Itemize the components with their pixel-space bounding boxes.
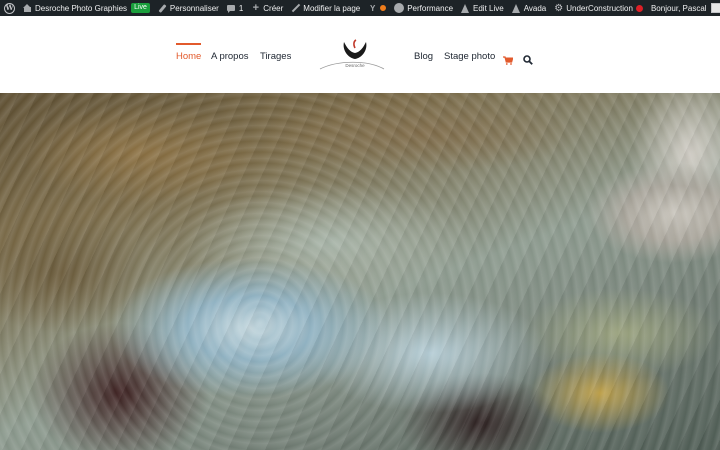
avatar [710, 3, 720, 13]
avada-icon [511, 3, 521, 13]
site-logo[interactable]: Desroche [318, 38, 386, 74]
comment-icon [226, 4, 236, 13]
comments-count: 1 [238, 3, 244, 13]
site-name-link[interactable]: Desroche Photo Graphies Live [19, 0, 154, 16]
nav-a-propos[interactable]: A propos [211, 51, 249, 62]
admin-bar: W Desroche Photo Graphies Live Personnal… [0, 0, 720, 16]
seo-status-dot [380, 5, 387, 11]
hero-image [0, 93, 720, 450]
live-badge[interactable]: Live [131, 3, 150, 13]
edit-page-label: Modifier la page [303, 3, 361, 13]
site-name: Desroche Photo Graphies [35, 3, 128, 13]
svg-text:Desroche: Desroche [345, 63, 365, 68]
performance-icon [394, 3, 405, 13]
yoast-icon: Y [370, 3, 376, 13]
gear-icon: ⚙ [554, 2, 564, 14]
live-badge-label: Live [134, 4, 147, 11]
cart-icon[interactable] [503, 52, 514, 65]
edit-page-link[interactable]: Modifier la page [287, 0, 364, 16]
customize-label: Personnaliser [169, 3, 219, 13]
nav-blog[interactable]: Blog [414, 51, 433, 62]
logo-mark-icon: Desroche [319, 39, 385, 70]
seo-menu[interactable]: Y [364, 0, 390, 16]
search-icon[interactable] [523, 52, 533, 65]
comments-link[interactable]: 1 [223, 0, 247, 16]
performance-label: Performance [407, 3, 454, 13]
avada-label: Avada [523, 3, 547, 13]
greeting: Bonjour, Pascal [650, 3, 707, 13]
new-content-link[interactable]: + Créer [247, 0, 287, 16]
avada-menu[interactable]: Avada [508, 0, 551, 16]
house-icon [23, 3, 32, 13]
wordpress-logo-button[interactable]: W [0, 0, 19, 16]
under-construction-link[interactable]: ⚙ UnderConstruction [550, 0, 647, 16]
nav-tirages[interactable]: Tirages [260, 51, 291, 62]
avada-icon [461, 3, 470, 13]
nav-home[interactable]: Home [176, 43, 202, 62]
edit-live-link[interactable]: Edit Live [457, 0, 508, 16]
brush-icon [158, 4, 167, 13]
site-header: Home A propos Tirages Desroche Blog Stag… [0, 16, 720, 93]
under-construction-status-dot [635, 4, 643, 12]
edit-live-label: Edit Live [473, 3, 504, 13]
pencil-icon [291, 4, 300, 13]
under-construction-label: UnderConstruction [566, 3, 633, 13]
nav-stage-photo[interactable]: Stage photo [444, 51, 495, 62]
customize-link[interactable]: Personnaliser [154, 0, 223, 16]
performance-link[interactable]: Performance [390, 0, 457, 16]
plus-icon: + [252, 1, 259, 14]
new-label: Créer [263, 3, 284, 13]
account-menu[interactable]: Bonjour, Pascal [647, 0, 720, 16]
wordpress-icon: W [4, 2, 15, 14]
